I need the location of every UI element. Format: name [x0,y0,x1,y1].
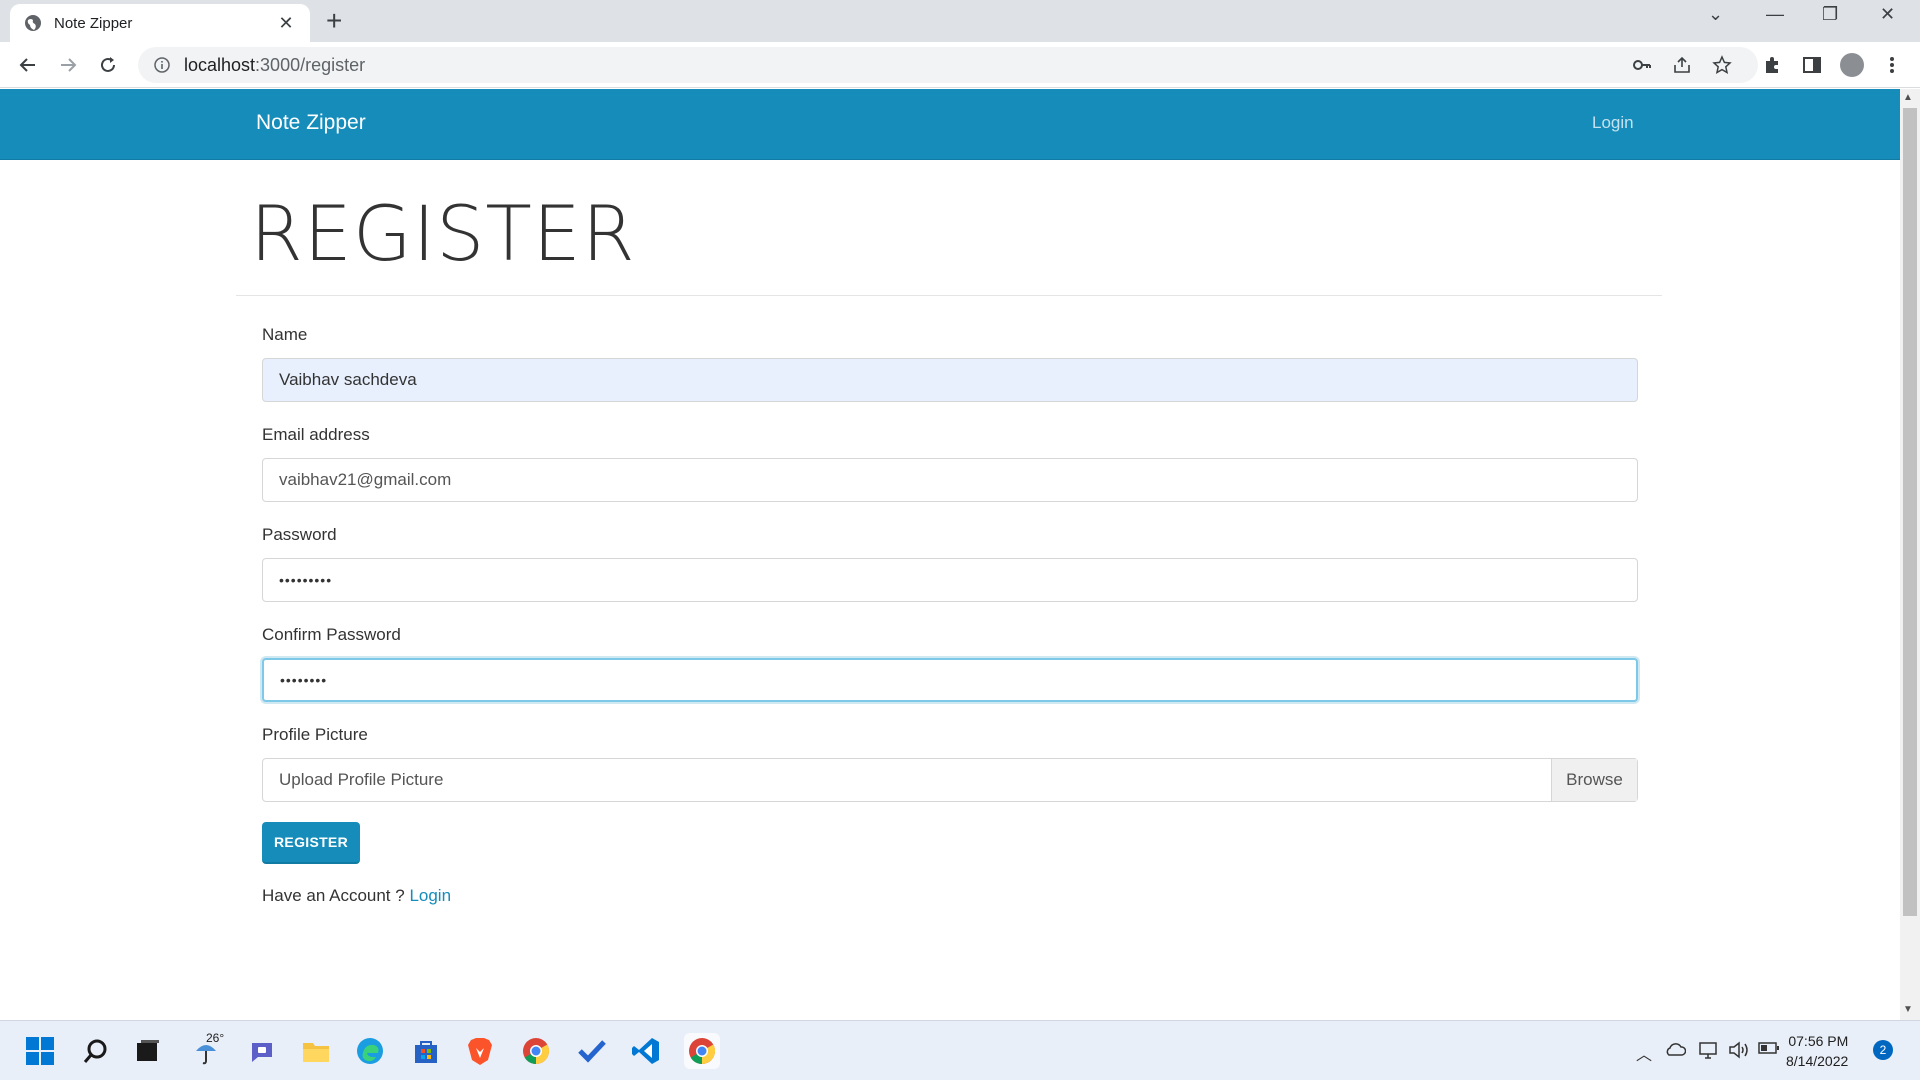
edge-icon[interactable] [352,1033,388,1069]
address-bar[interactable]: localhost:3000/register [138,47,1758,83]
restore-icon[interactable]: ❐ [1822,4,1838,25]
minimize-icon[interactable]: — [1766,4,1784,25]
menu-icon[interactable] [1880,53,1904,77]
reload-icon[interactable] [94,51,122,79]
clock-date: 8/14/2022 [1786,1053,1849,1069]
confirm-password-label: Confirm Password [262,625,401,644]
email-input[interactable]: vaibhav21@gmail.com [262,458,1638,502]
tab-close-icon[interactable]: ✕ [276,13,296,34]
notification-badge[interactable]: 2 [1873,1040,1893,1060]
task-view-icon[interactable] [130,1033,166,1069]
new-tab-icon[interactable]: + [326,6,342,36]
url-host: localhost [184,54,256,75]
tab-title: Note Zipper [54,14,133,32]
app-navbar: Note Zipper Login [0,89,1900,160]
info-icon[interactable] [154,57,170,73]
weather-temperature: 26° [206,1031,225,1045]
url-path: :3000/register [255,54,366,75]
scroll-up-icon[interactable]: ▲ [1903,92,1913,103]
windows-start-icon[interactable] [22,1033,58,1069]
file-explorer-icon[interactable] [298,1033,334,1069]
page-viewport: Note Zipper Login REGISTER Name Vaibhav … [0,89,1900,1020]
upload-placeholder[interactable]: Upload Profile Picture [263,759,1551,801]
volume-icon[interactable] [1728,1041,1750,1064]
page-title: REGISTER [250,189,636,278]
forward-icon[interactable] [54,51,82,79]
navbar-brand[interactable]: Note Zipper [256,111,366,135]
navbar-login-link[interactable]: Login [1592,113,1634,133]
network-icon[interactable] [1698,1041,1718,1064]
browse-button[interactable]: Browse [1551,759,1637,801]
name-input[interactable]: Vaibhav sachdeva [262,358,1638,402]
chrome-active-icon[interactable] [684,1033,720,1069]
url-text: localhost:3000/register [184,55,365,76]
back-icon[interactable] [14,51,42,79]
confirm-password-input[interactable]: •••••••• [262,658,1638,702]
profile-picture-upload[interactable]: Upload Profile Picture Browse [262,758,1638,802]
password-input[interactable]: ••••••••• [262,558,1638,602]
divider [236,295,1662,296]
system-clock[interactable]: 07:56 PM 8/14/2022 [1786,1031,1848,1071]
scroll-down-icon[interactable]: ▼ [1903,1004,1913,1015]
bookmark-star-icon[interactable] [1710,53,1734,77]
tab-search-icon[interactable]: ⌄ [1708,4,1723,25]
windows-taskbar: 26° ︿ 07:56 PM 8/14/2022 [0,1020,1920,1080]
chat-icon[interactable] [244,1033,280,1069]
name-label: Name [262,325,308,344]
login-link[interactable]: Login [409,886,451,905]
globe-icon [25,15,41,31]
password-label: Password [262,525,337,544]
profile-picture-label: Profile Picture [262,725,368,744]
extensions-icon[interactable] [1760,53,1784,77]
close-window-icon[interactable]: ✕ [1880,4,1895,25]
brave-browser-icon[interactable] [462,1033,498,1069]
profile-avatar[interactable] [1840,53,1864,77]
browser-tab-strip: Note Zipper ✕ + ⌄ — ❐ ✕ [0,0,1920,42]
scrollbar-thumb[interactable] [1903,108,1917,916]
microsoft-store-icon[interactable] [408,1033,444,1069]
search-icon[interactable] [78,1033,114,1069]
browser-toolbar: localhost:3000/register [0,42,1920,88]
vscode-icon[interactable] [628,1033,664,1069]
email-label: Email address [262,425,370,444]
chrome-icon[interactable] [518,1033,554,1069]
have-account-label: Have an Account ? [262,886,410,905]
have-account-text: Have an Account ? Login [262,886,451,906]
share-icon[interactable] [1670,53,1694,77]
side-panel-icon[interactable] [1800,53,1824,77]
clock-time: 07:56 PM [1788,1033,1849,1049]
onedrive-icon[interactable] [1664,1041,1687,1062]
register-button[interactable]: REGISTER [262,822,360,864]
key-icon[interactable] [1630,53,1654,77]
todo-icon[interactable] [574,1033,610,1069]
tray-overflow-icon[interactable]: ︿ [1636,1041,1652,1065]
browser-tab[interactable]: Note Zipper ✕ [10,4,310,42]
battery-icon[interactable] [1758,1041,1780,1060]
